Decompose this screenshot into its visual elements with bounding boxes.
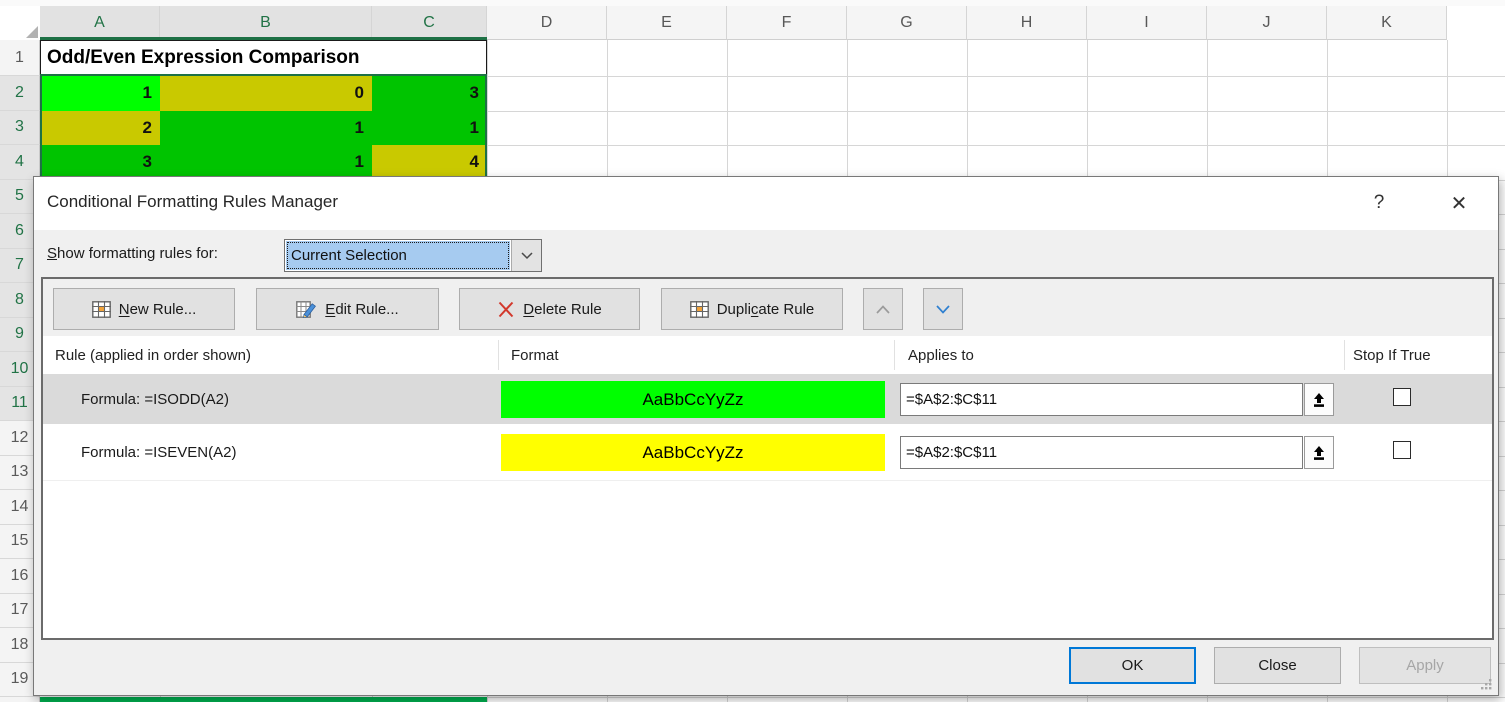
rules-list-header: Rule (applied in order shown) Format App… [43, 336, 1492, 375]
header-applies-to: Applies to [908, 336, 974, 374]
excel-window: ABCDEFGHIJK12345678910111213141516171819… [0, 0, 1505, 702]
header-rule: Rule (applied in order shown) [55, 336, 251, 374]
dialog-title: Conditional Formatting Rules Manager [47, 192, 338, 212]
column-header-A[interactable]: A [40, 6, 160, 40]
red-x-icon [497, 301, 515, 318]
cell-A1-title[interactable]: Odd/Even Expression Comparison [40, 40, 487, 76]
row-header-3[interactable]: 3 [0, 111, 40, 146]
table-grid-icon [92, 301, 111, 318]
list-separator [43, 480, 1492, 481]
cell-C3[interactable]: 1 [372, 111, 487, 146]
rules-toolbar: New Rule... Edit Rule... Delete Rule Dup… [43, 279, 1492, 337]
collapse-dialog-arrow-icon [1311, 445, 1327, 461]
stop-if-true-checkbox[interactable] [1393, 388, 1411, 406]
row-header-2[interactable]: 2 [0, 76, 40, 111]
row-header-4[interactable]: 4 [0, 145, 40, 180]
column-header-G[interactable]: G [847, 6, 967, 40]
show-rules-label: Show formatting rules for: [47, 245, 218, 262]
applies-to-input[interactable] [900, 436, 1303, 469]
chevron-up-icon [876, 305, 890, 314]
select-all-corner-icon[interactable] [26, 26, 38, 38]
rule-row-iseven[interactable]: Formula: =ISEVEN(A2) AaBbCcYyZz [43, 427, 1492, 477]
conditional-formatting-rules-manager-dialog: Conditional Formatting Rules Manager ? ✕… [33, 176, 1499, 696]
close-button[interactable]: Close [1214, 647, 1341, 684]
rules-panel: New Rule... Edit Rule... Delete Rule Dup… [41, 277, 1494, 640]
move-rule-down-button[interactable] [923, 288, 963, 330]
column-header-D[interactable]: D [487, 6, 607, 40]
resize-grip[interactable] [1478, 676, 1493, 691]
move-rule-up-button[interactable] [863, 288, 903, 330]
cell-B4[interactable]: 1 [160, 145, 372, 180]
stop-if-true-checkbox[interactable] [1393, 441, 1411, 459]
table-grid-icon [690, 301, 709, 318]
apply-button[interactable]: Apply [1359, 647, 1491, 684]
row-header-1[interactable]: 1 [0, 40, 40, 76]
rule-description: Formula: =ISODD(A2) [81, 374, 229, 424]
cell-C2[interactable]: 3 [372, 76, 487, 111]
column-header-I[interactable]: I [1087, 6, 1207, 40]
table-edit-pencil-icon [296, 301, 317, 318]
duplicate-rule-button[interactable]: Duplicate Rule [661, 288, 843, 330]
column-header-H[interactable]: H [967, 6, 1087, 40]
cell-A2[interactable]: 1 [40, 76, 160, 111]
applies-to-input[interactable] [900, 383, 1303, 416]
column-header-K[interactable]: K [1327, 6, 1447, 40]
column-header-E[interactable]: E [607, 6, 727, 40]
close-icon[interactable]: ✕ [1444, 188, 1474, 218]
column-header-J[interactable]: J [1207, 6, 1327, 40]
row-header-20[interactable]: 20 [0, 697, 40, 702]
header-divider [498, 340, 499, 370]
delete-rule-button[interactable]: Delete Rule [459, 288, 640, 330]
rule-row-isodd[interactable]: Formula: =ISODD(A2) AaBbCcYyZz [43, 374, 1492, 424]
selected-columns-underline [40, 37, 487, 40]
edit-rule-button[interactable]: Edit Rule... [256, 288, 439, 330]
format-sample: AaBbCcYyZz [501, 381, 885, 418]
column-header-B[interactable]: B [160, 6, 372, 40]
header-format: Format [511, 336, 559, 374]
cell-B3[interactable]: 1 [160, 111, 372, 146]
column-header-C[interactable]: C [372, 6, 487, 40]
range-picker-button[interactable] [1304, 436, 1334, 469]
header-divider [1344, 340, 1345, 370]
rule-description: Formula: =ISEVEN(A2) [81, 427, 236, 477]
chevron-down-icon [521, 252, 533, 260]
dropdown-selected-value: Current Selection [286, 241, 510, 270]
dropdown-button[interactable] [511, 240, 541, 271]
range-picker-button[interactable] [1304, 383, 1334, 416]
cell-A4[interactable]: 3 [40, 145, 160, 180]
cell-B2[interactable]: 0 [160, 76, 372, 111]
header-divider [894, 340, 895, 370]
ok-button[interactable]: OK [1069, 647, 1196, 684]
chevron-down-icon [936, 305, 950, 314]
header-stop-if-true: Stop If True [1353, 336, 1431, 374]
column-header-F[interactable]: F [727, 6, 847, 40]
help-icon[interactable]: ? [1364, 188, 1394, 218]
dialog-titlebar[interactable]: Conditional Formatting Rules Manager ? ✕ [34, 177, 1498, 230]
new-rule-button[interactable]: New Rule... [53, 288, 235, 330]
cell-A3[interactable]: 2 [40, 111, 160, 146]
format-sample: AaBbCcYyZz [501, 434, 885, 471]
show-rules-dropdown[interactable]: Current Selection [284, 239, 542, 272]
cell-C4[interactable]: 4 [372, 145, 487, 180]
row20-green-strip [40, 697, 487, 702]
collapse-dialog-arrow-icon [1311, 392, 1327, 408]
